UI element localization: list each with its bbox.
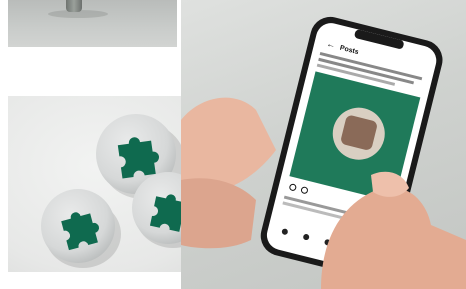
- pole-base: [66, 0, 82, 12]
- phone-photo: ← Posts: [181, 0, 466, 289]
- top-left-photo: [8, 0, 177, 47]
- badge-left: [41, 189, 115, 263]
- phone-illustration: ← Posts: [181, 16, 466, 289]
